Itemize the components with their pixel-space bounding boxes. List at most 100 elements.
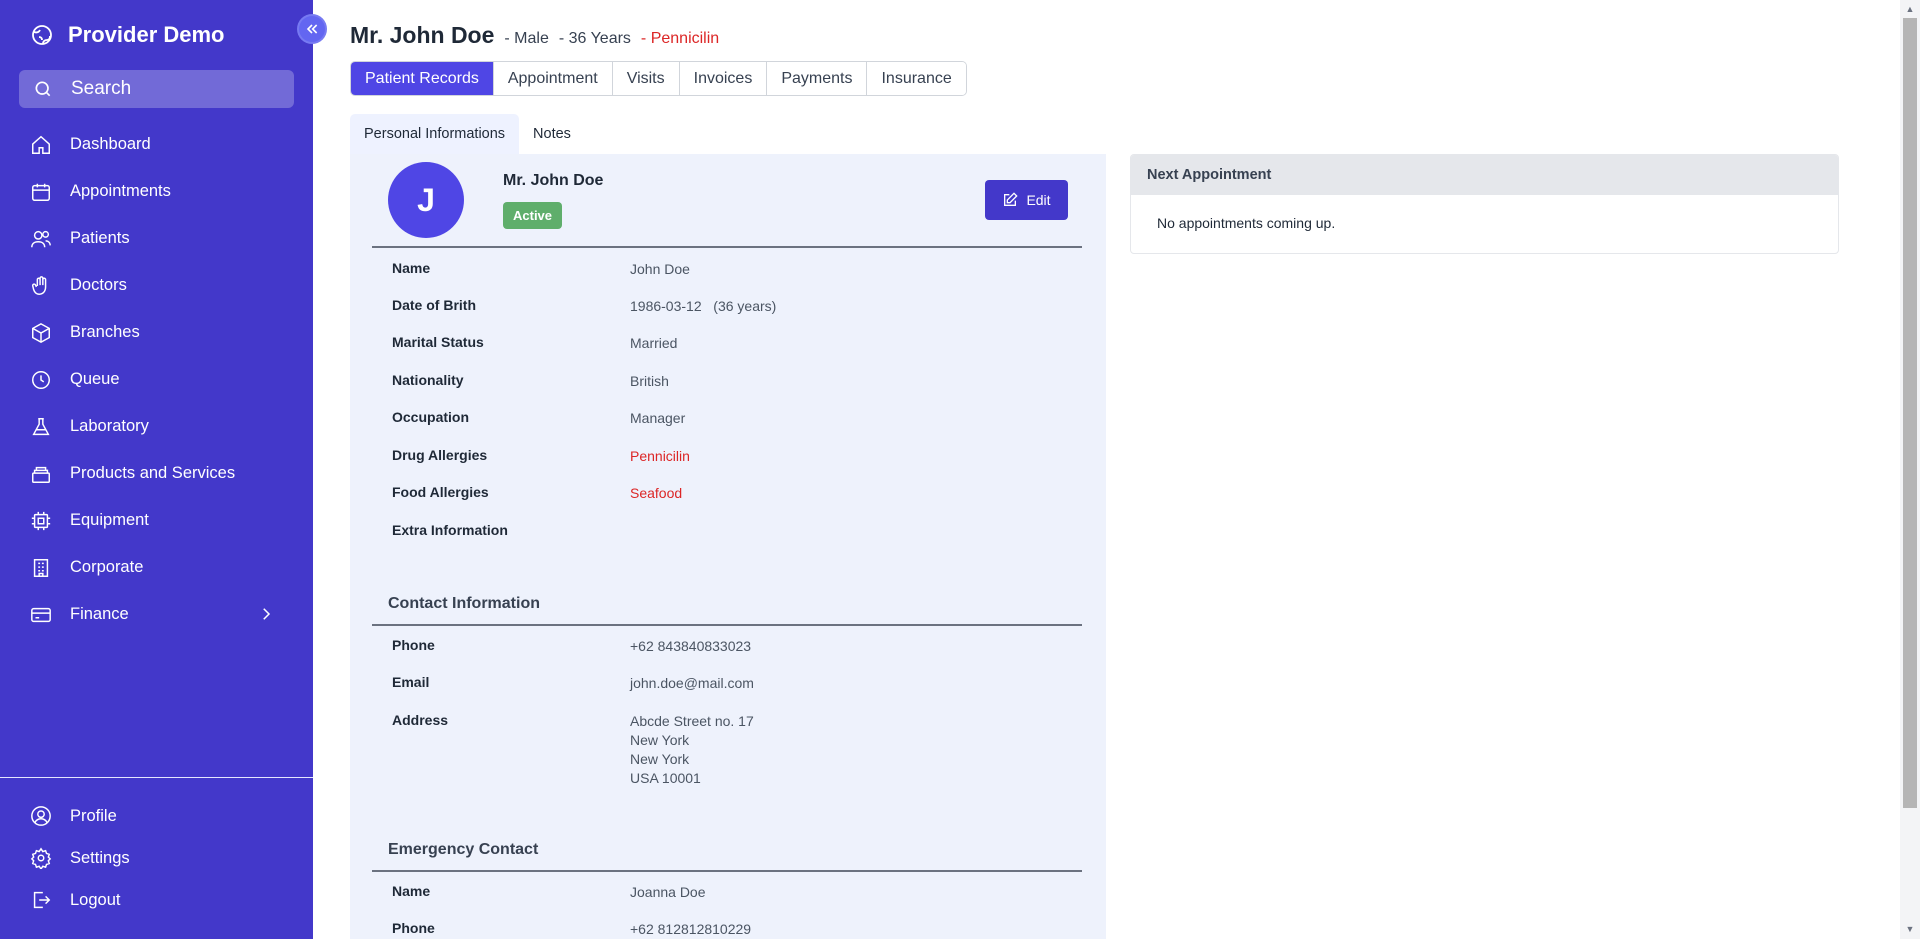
row-value: British — [630, 373, 669, 389]
row-value: John Doe — [630, 261, 690, 277]
row-value: Seafood — [630, 485, 683, 501]
sidebar-item-laboratory[interactable]: Laboratory — [0, 403, 313, 450]
cube-icon — [32, 322, 50, 343]
chevron-double-left-icon — [306, 24, 318, 34]
sidebar-item-label: Corporate — [70, 558, 144, 576]
row-label: Occupation — [392, 409, 470, 425]
next-appointment-card: Next Appointment No appointments coming … — [1130, 154, 1839, 254]
sidebar-item-label: Logout — [70, 890, 121, 909]
sidebar-item-patients[interactable]: Patients — [0, 215, 313, 262]
sidebar-search[interactable]: Search — [19, 70, 294, 108]
patient-name: Mr. John Doe — [350, 22, 495, 48]
search-icon — [35, 81, 51, 97]
row-label: Phone — [392, 637, 435, 653]
row-value: Manager — [630, 410, 686, 426]
tab-appointment[interactable]: Appointment — [493, 62, 613, 95]
scroll-down-icon[interactable]: ▼ — [1904, 923, 1916, 935]
tab-invoices[interactable]: Invoices — [679, 62, 768, 95]
edit-icon — [1004, 192, 1019, 206]
row-label: Name — [392, 260, 431, 276]
edit-button[interactable]: Edit — [985, 180, 1068, 220]
tab-payments[interactable]: Payments — [767, 62, 868, 95]
row-value: +62 843840833023 — [630, 638, 752, 654]
sidebar-item-label: Dashboard — [70, 135, 151, 153]
sidebar-item-branches[interactable]: Branches — [0, 309, 313, 356]
sidebar-bottom-nav: Profile Settings Logout — [0, 795, 313, 921]
row-label: Phone — [392, 920, 435, 936]
sidebar-item-label: Settings — [70, 848, 130, 867]
tab-insurance[interactable]: Insurance — [867, 62, 966, 95]
clock-icon — [32, 370, 50, 389]
row-value: +62 812812810229 — [630, 921, 752, 937]
calendar-icon — [32, 183, 50, 201]
building-icon — [33, 558, 49, 577]
sidebar-item-doctors[interactable]: Doctors — [0, 262, 313, 309]
flask-icon — [32, 417, 50, 435]
tab-visits[interactable]: Visits — [612, 62, 680, 95]
sidebar-item-corporate[interactable]: Corporate — [0, 544, 313, 591]
brand-name: Provider Demo — [68, 22, 225, 47]
row-label: Name — [392, 883, 431, 899]
row-value: Pennicilin — [630, 448, 690, 464]
row-label: Marital Status — [392, 334, 484, 350]
sidebar-item-label: Patients — [70, 229, 130, 247]
record-tabs: Patient Records Appointment Visits Invoi… — [350, 61, 967, 96]
section-divider — [372, 624, 1082, 626]
patient-gender: - Male — [504, 30, 549, 47]
row-label: Email — [392, 674, 430, 690]
sidebar-item-finance[interactable]: Finance — [0, 591, 313, 638]
tab-patient-records[interactable]: Patient Records — [351, 62, 494, 95]
sidebar-item-logout[interactable]: Logout — [0, 879, 313, 921]
personal-info-panel: J Mr. John Doe Active Edit Name John Doe… — [350, 154, 1106, 939]
sidebar: Provider Demo Search Dashboard Appointme… — [0, 0, 313, 939]
row-label: Drug Allergies — [392, 447, 488, 463]
row-label: Food Allergies — [392, 484, 489, 500]
sidebar-item-label: Appointments — [70, 182, 171, 200]
row-value: Married — [630, 335, 678, 351]
row-label: Date of Brith — [392, 297, 476, 313]
subtab-notes[interactable]: Notes — [519, 114, 585, 154]
hand-icon — [32, 275, 47, 295]
sidebar-item-label: Equipment — [70, 511, 149, 529]
chevron-right-icon[interactable] — [257, 605, 275, 623]
patient-age: - 36 Years — [558, 30, 631, 47]
sidebar-item-equipment[interactable]: Equipment — [0, 497, 313, 544]
sidebar-item-appointments[interactable]: Appointments — [0, 168, 313, 215]
sidebar-item-label: Profile — [70, 806, 117, 825]
subtab-personal-informations[interactable]: Personal Informations — [350, 114, 520, 154]
allergy-prefix: - — [640, 30, 647, 47]
patient-allergy: - Pennicilin — [641, 30, 719, 48]
sidebar-item-settings[interactable]: Settings — [0, 837, 313, 879]
sidebar-item-label: Products and Services — [70, 464, 236, 482]
sidebar-item-profile[interactable]: Profile — [0, 795, 313, 837]
brand[interactable]: Provider Demo — [30, 22, 225, 48]
edit-label: Edit — [1026, 192, 1051, 208]
row-value: 1986-03-12 (36 years) — [630, 298, 777, 314]
sidebar-collapse-button[interactable] — [297, 14, 327, 44]
sidebar-item-dashboard[interactable]: Dashboard — [0, 121, 313, 168]
sidebar-item-products-and-services[interactable]: Products and Services — [0, 450, 313, 497]
home-icon — [32, 135, 50, 154]
sidebar-nav: Dashboard Appointments Patients Doctors … — [0, 121, 313, 638]
scroll-thumb[interactable] — [1903, 18, 1917, 808]
section-divider — [372, 246, 1082, 248]
avatar: J — [388, 162, 464, 238]
chip-icon — [31, 511, 51, 530]
row-label: Nationality — [392, 372, 464, 388]
sidebar-item-label: Queue — [70, 370, 120, 388]
profile-name: Mr. John Doe — [503, 172, 604, 189]
emergency-section-title: Emergency Contact — [388, 841, 539, 858]
sidebar-item-label: Doctors — [70, 276, 127, 294]
card-icon — [31, 607, 51, 622]
sidebar-item-queue[interactable]: Queue — [0, 356, 313, 403]
users-icon — [31, 230, 51, 247]
logo-icon — [32, 25, 52, 45]
row-value: Joanna Doe — [630, 884, 706, 900]
scroll-up-icon[interactable]: ▲ — [1904, 3, 1916, 15]
stack-icon — [32, 466, 50, 483]
sidebar-divider — [0, 777, 313, 778]
row-value: john.doe@mail.com — [630, 675, 754, 691]
status-badge: Active — [503, 202, 563, 229]
section-divider — [372, 870, 1082, 872]
sidebar-item-label: Branches — [70, 323, 140, 341]
